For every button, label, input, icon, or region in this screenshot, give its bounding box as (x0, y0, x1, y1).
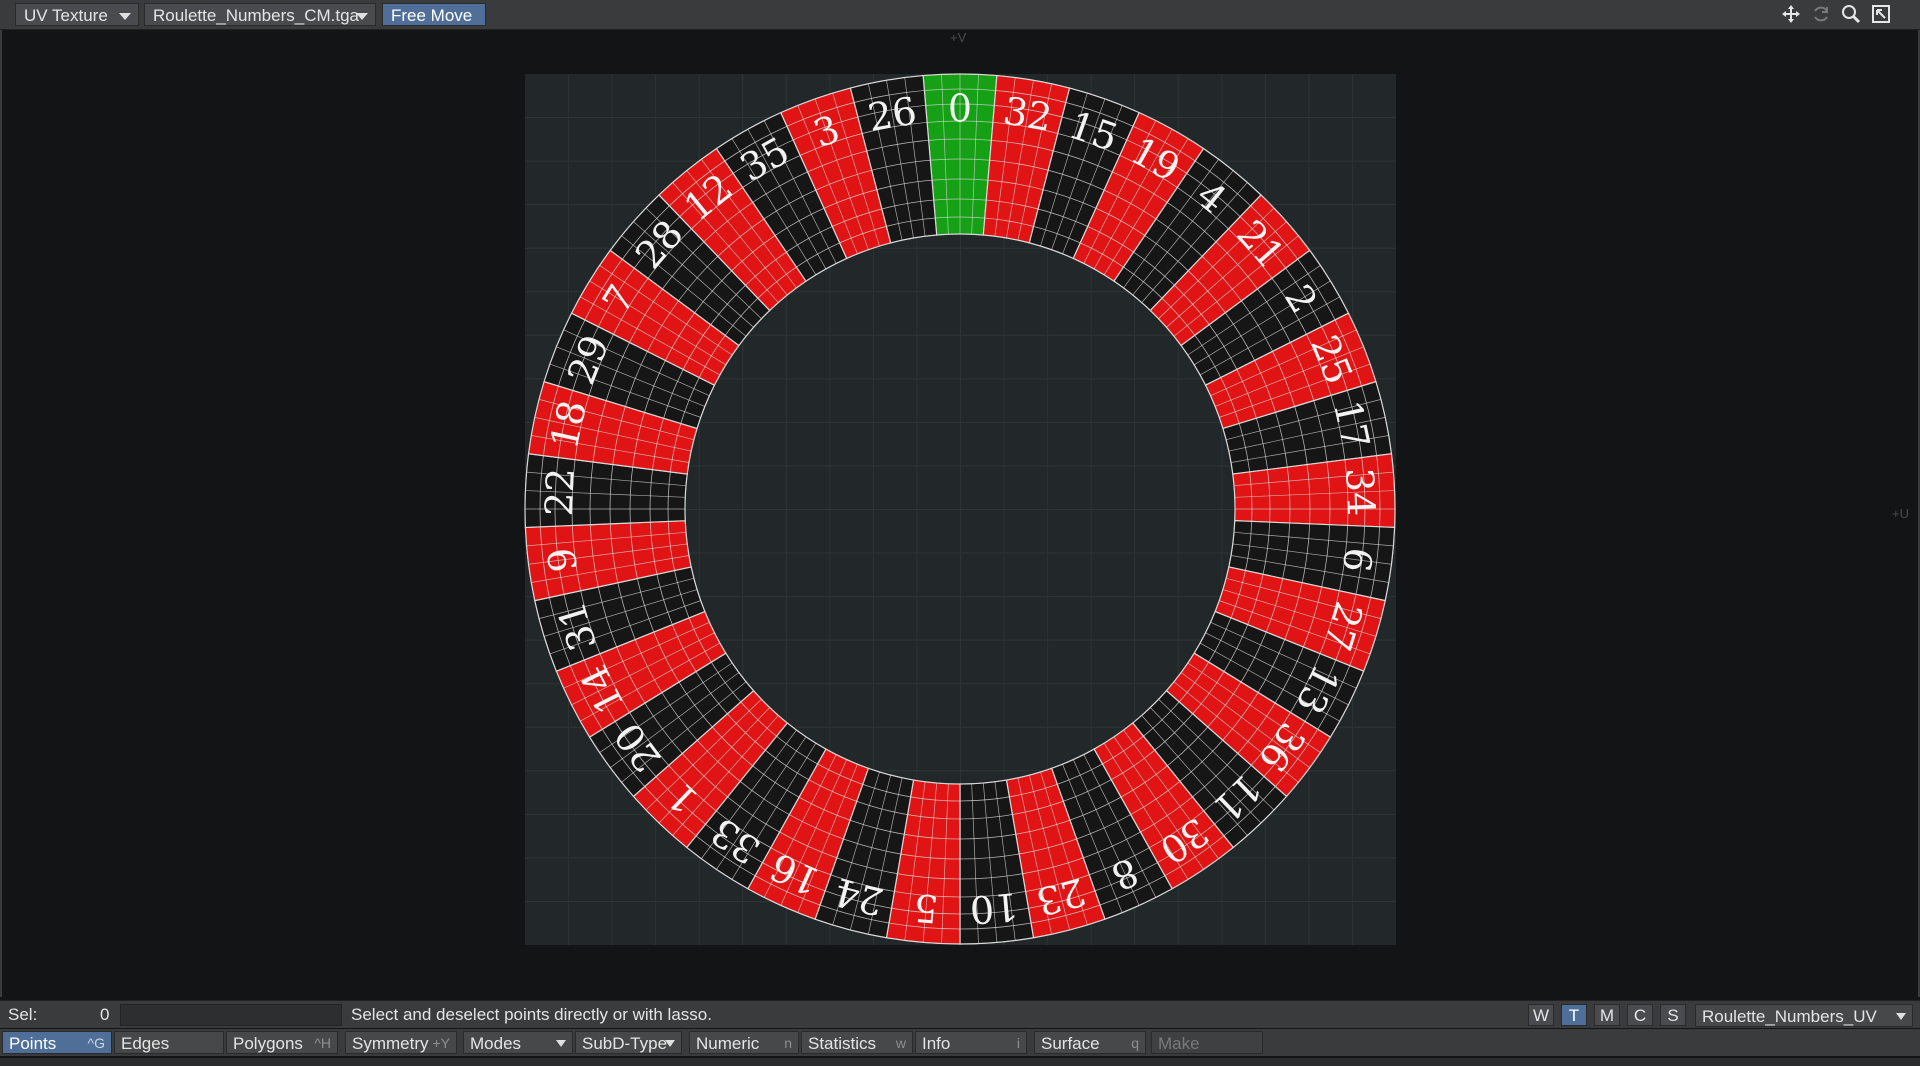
bottom-toolbar: Points ^G Edges Polygons ^H Symmetry +Y … (0, 1029, 1920, 1056)
wheel-number-0: 0 (948, 87, 972, 131)
statistics-button[interactable]: Statistics w (801, 1031, 913, 1054)
info-label: Info (922, 1034, 951, 1053)
view-t-button[interactable]: T (1561, 1004, 1587, 1026)
numeric-label: Numeric (696, 1034, 760, 1053)
info-button[interactable]: Info i (915, 1031, 1027, 1054)
maximize-viewport-icon[interactable] (1868, 3, 1894, 26)
subd-type-dropdown[interactable]: SubD-Type (575, 1031, 682, 1054)
selection-count: 0 (100, 1005, 110, 1024)
surface-button[interactable]: Surface q (1034, 1031, 1146, 1054)
wheel-number-22: 22 (537, 467, 583, 517)
rotate-view-icon[interactable] (1808, 3, 1834, 26)
polygons-shortcut: ^H (314, 1035, 331, 1051)
move-view-icon[interactable] (1778, 3, 1804, 26)
numeric-button[interactable]: Numeric n (689, 1031, 799, 1054)
points-label: Points (9, 1034, 57, 1053)
wheel-number-10: 10 (968, 884, 1020, 932)
chevron-down-icon (119, 13, 131, 20)
view-w-button[interactable]: W (1528, 1004, 1554, 1026)
free-move-button[interactable]: Free Move (382, 3, 486, 26)
wheel-number-34: 34 (1337, 467, 1383, 517)
view-type-dropdown[interactable]: UV Texture (15, 3, 139, 26)
symmetry-button[interactable]: Symmetry +Y (345, 1031, 457, 1054)
view-m-button[interactable]: M (1594, 1004, 1620, 1026)
chevron-down-icon (556, 1040, 566, 1047)
points-mode-button[interactable]: Points ^G (2, 1031, 112, 1054)
wheel-number-32: 32 (1000, 88, 1055, 140)
chevron-down-icon (1896, 1013, 1906, 1020)
zoom-icon[interactable] (1838, 3, 1864, 26)
uv-map-dropdown[interactable]: Roulette_Numbers_UV (1695, 1004, 1913, 1027)
statistics-label: Statistics (808, 1034, 877, 1053)
status-bar: Sel: 0 Select and deselect points direct… (0, 1000, 1920, 1028)
view-type-label: UV Texture (24, 6, 108, 25)
make-button: Make (1151, 1031, 1263, 1054)
edges-label: Edges (121, 1034, 170, 1053)
view-s-button[interactable]: S (1660, 1004, 1686, 1026)
uv-viewport[interactable]: +V +U 0 32 15 19 4 21 2 25 17 34 6 27 13 36 11 30 8 23 10 5… (0, 30, 1920, 997)
edges-mode-button[interactable]: Edges (114, 1031, 224, 1054)
selection-label: Sel: (8, 1005, 38, 1024)
uv-map-label: Roulette_Numbers_UV (1702, 1007, 1877, 1026)
polygons-mode-button[interactable]: Polygons ^H (226, 1031, 338, 1054)
chevron-down-icon (356, 13, 368, 20)
make-label: Make (1158, 1034, 1200, 1053)
viewport-toolbar: UV Texture Roulette_Numbers_CM.tga Free … (0, 0, 1920, 30)
wheel-number-26: 26 (865, 88, 920, 140)
polygons-label: Polygons (233, 1034, 303, 1053)
wheel-number-5: 5 (912, 885, 940, 931)
chevron-down-icon (665, 1040, 675, 1047)
symmetry-shortcut: +Y (432, 1035, 450, 1051)
image-dropdown[interactable]: Roulette_Numbers_CM.tga (144, 3, 376, 26)
statistics-shortcut: w (895, 1035, 906, 1051)
uv-map-canvas[interactable]: 0 32 15 19421225173462713361130823105241633… (2, 30, 1918, 997)
image-label: Roulette_Numbers_CM.tga (153, 6, 359, 25)
symmetry-label: Symmetry (352, 1034, 429, 1053)
numeric-shortcut: n (784, 1035, 792, 1051)
surface-label: Surface (1041, 1034, 1100, 1053)
points-shortcut: ^G (87, 1035, 105, 1051)
modes-label: Modes (470, 1034, 522, 1053)
subd-type-label: SubD-Type (582, 1034, 668, 1053)
footer-strip (0, 1058, 1920, 1066)
info-shortcut: i (1016, 1035, 1020, 1051)
status-empty-field (120, 1004, 342, 1026)
surface-shortcut: q (1131, 1035, 1139, 1051)
modes-dropdown[interactable]: Modes (463, 1031, 573, 1054)
view-c-button[interactable]: C (1627, 1004, 1653, 1026)
status-message: Select and deselect points directly or w… (351, 1005, 712, 1024)
